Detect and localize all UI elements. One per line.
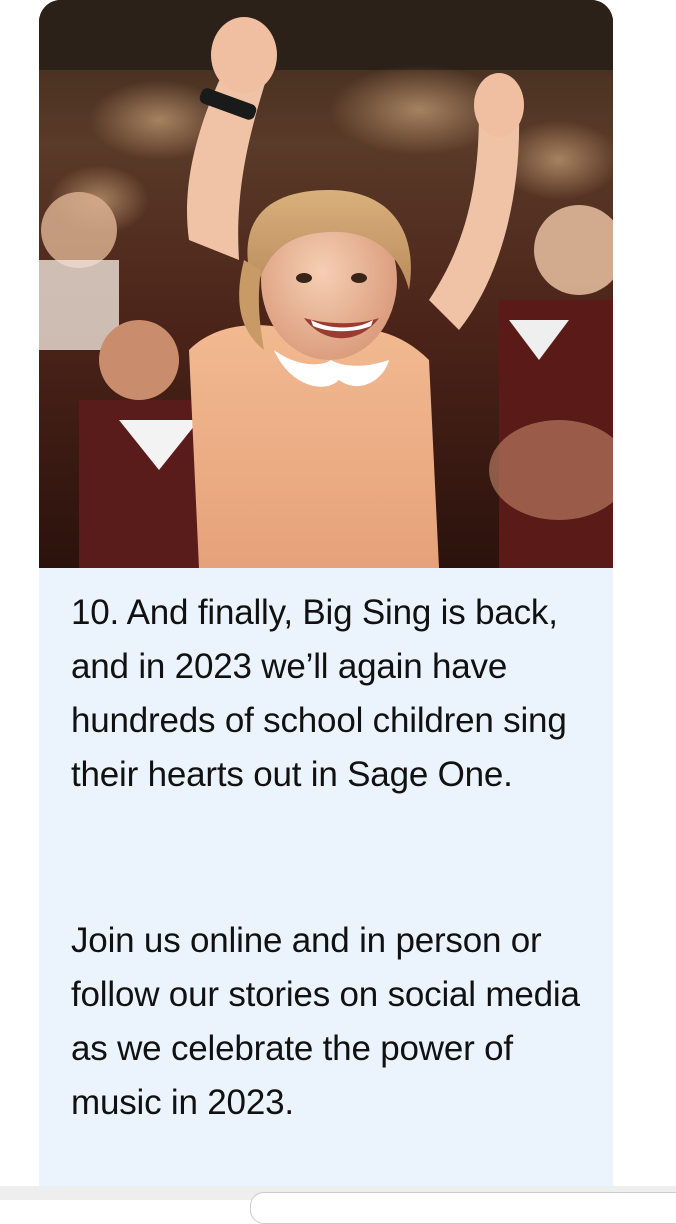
message-photo[interactable]	[39, 0, 613, 568]
message-bubble[interactable]: 10. And finally, Big Sing is back, and i…	[39, 0, 613, 1188]
message-paragraph-2: Join us online and in person or follow o…	[71, 921, 580, 1122]
message-input-field[interactable]	[250, 1192, 676, 1224]
message-text-area: 10. And finally, Big Sing is back, and i…	[39, 568, 613, 1188]
photo-illustration	[39, 0, 613, 568]
chat-screen: 10. And finally, Big Sing is back, and i…	[0, 0, 676, 1224]
message-paragraph-1: 10. And finally, Big Sing is back, and i…	[71, 593, 567, 794]
